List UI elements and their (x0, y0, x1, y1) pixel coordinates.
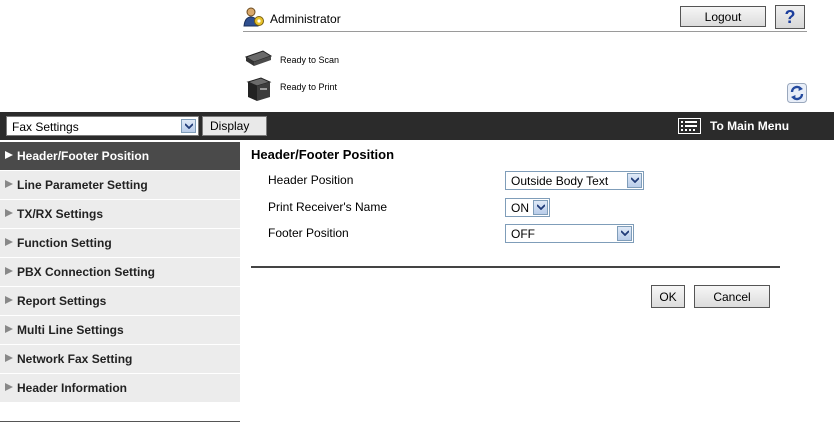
print-receivers-name-select[interactable]: ON (505, 198, 550, 217)
triangle-right-icon (5, 180, 13, 188)
sidebar-item-report-settings[interactable]: Report Settings (0, 287, 240, 315)
sidebar-item-header-information[interactable]: Header Information (0, 374, 240, 402)
print-receivers-name-value: ON (511, 201, 529, 215)
triangle-right-icon (5, 151, 13, 159)
print-status-text: Ready to Print (280, 82, 338, 92)
footer-position-value: OFF (511, 227, 535, 241)
user-name: Administrator (270, 12, 341, 26)
sidebar-item-label: Header Information (17, 381, 128, 395)
header-position-value: Outside Body Text (511, 174, 609, 188)
sidebar-item-label: Line Parameter Setting (17, 178, 148, 192)
content-divider (251, 266, 780, 268)
function-select-value: Fax Settings (12, 120, 79, 134)
scanner-icon (244, 50, 273, 66)
function-select[interactable]: Fax Settings (6, 116, 199, 136)
sidebar-item-tx-rx-settings[interactable]: TX/RX Settings (0, 200, 240, 228)
sidebar-menu: Header/Footer Position Line Parameter Se… (0, 142, 240, 403)
user-bar: Administrator Logout ? (243, 5, 807, 32)
sidebar-item-multi-line-settings[interactable]: Multi Line Settings (0, 316, 240, 344)
triangle-right-icon (5, 325, 13, 333)
triangle-right-icon (5, 209, 13, 217)
footer-position-label: Footer Position (268, 226, 349, 240)
triangle-right-icon (5, 296, 13, 304)
header-position-select[interactable]: Outside Body Text (505, 171, 644, 190)
logout-button[interactable]: Logout (680, 6, 766, 27)
sidebar-item-label: Multi Line Settings (17, 323, 124, 337)
footer-position-select[interactable]: OFF (505, 224, 634, 243)
menu-icon (678, 118, 701, 134)
sidebar-item-label: Header/Footer Position (17, 149, 150, 163)
sidebar-item-label: Network Fax Setting (17, 352, 133, 366)
sidebar-item-pbx-connection-setting[interactable]: PBX Connection Setting (0, 258, 240, 286)
sidebar-item-line-parameter-setting[interactable]: Line Parameter Setting (0, 171, 240, 199)
sidebar-item-label: PBX Connection Setting (17, 265, 155, 279)
chevron-down-icon[interactable] (181, 119, 196, 133)
triangle-right-icon (5, 238, 13, 246)
refresh-icon[interactable] (787, 83, 807, 103)
sidebar-item-function-setting[interactable]: Function Setting (0, 229, 240, 257)
triangle-right-icon (5, 383, 13, 391)
sidebar-item-network-fax-setting[interactable]: Network Fax Setting (0, 345, 240, 373)
administrator-icon (243, 7, 264, 27)
sidebar-divider (0, 421, 240, 422)
chevron-down-icon[interactable] (617, 226, 632, 241)
help-button[interactable]: ? (775, 5, 805, 29)
sidebar-item-header-footer-position[interactable]: Header/Footer Position (0, 142, 240, 170)
sidebar-item-label: TX/RX Settings (17, 207, 104, 221)
triangle-right-icon (5, 354, 13, 362)
display-button[interactable]: Display (202, 116, 267, 136)
ok-button[interactable]: OK (651, 285, 685, 308)
chevron-down-icon[interactable] (627, 173, 642, 188)
printer-icon (246, 77, 272, 101)
main-menu-label: To Main Menu (710, 119, 790, 133)
header-position-label: Header Position (268, 173, 354, 187)
sidebar-item-label: Function Setting (17, 236, 112, 250)
sidebar-item-label: Report Settings (17, 294, 107, 308)
cancel-button[interactable]: Cancel (694, 285, 770, 308)
page-title: Header/Footer Position (251, 147, 395, 162)
triangle-right-icon (5, 267, 13, 275)
scan-status-text: Ready to Scan (280, 55, 340, 65)
chevron-down-icon[interactable] (533, 200, 548, 215)
print-receivers-name-label: Print Receiver's Name (268, 200, 387, 214)
